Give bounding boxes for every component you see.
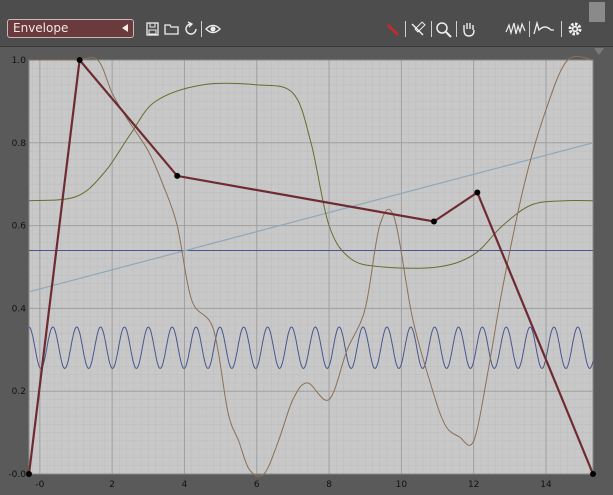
envelope-point	[474, 189, 481, 196]
x-tick-label: 10	[396, 480, 408, 490]
envelope-point	[76, 57, 83, 63]
toolbar-separator	[529, 21, 530, 37]
y-tick-label: 0.8	[12, 139, 27, 149]
x-tick-label: -0	[35, 480, 44, 490]
y-tick-label: 1.0	[12, 56, 27, 66]
hand-pan-icon[interactable]	[460, 20, 476, 38]
gear-icon[interactable]	[566, 20, 582, 38]
x-tick-label: 8	[326, 480, 332, 490]
pencil-icon[interactable]	[386, 20, 402, 38]
toolbar: Envelope	[0, 0, 613, 55]
envelope-point	[26, 471, 32, 477]
waveform-noise-icon[interactable]	[505, 20, 526, 38]
toolbar-separator	[431, 21, 432, 37]
envelope-plot[interactable]: -0 2 4 6 8 10 12 14 -0.0 0.2 0.4 0.6 0.8 1.0	[0, 46, 613, 495]
envelope-point	[174, 172, 181, 179]
x-tick-label: 14	[540, 480, 552, 490]
eye-icon[interactable]	[204, 20, 221, 38]
x-tick-label: 6	[254, 480, 260, 490]
toolbar-separator	[405, 21, 406, 37]
x-tick-label: 2	[109, 480, 115, 490]
envelope-point	[430, 218, 437, 225]
x-tick-label: 4	[182, 480, 188, 490]
toolbar-separator	[201, 21, 202, 37]
mode-select-label: Envelope	[13, 21, 69, 35]
y-tick-label: 0.6	[12, 222, 27, 232]
envelope-point	[590, 471, 596, 477]
x-tick-label: 12	[468, 480, 479, 490]
toolbar-separator	[456, 21, 457, 37]
save-icon[interactable]	[145, 20, 161, 38]
line-draw-icon[interactable]	[409, 20, 426, 38]
open-folder-icon[interactable]	[163, 20, 179, 38]
window-control[interactable]	[589, 2, 605, 22]
y-tick-label: 0.2	[12, 387, 26, 397]
y-tick-label: 0.4	[12, 304, 27, 314]
chevron-left-icon	[122, 24, 128, 32]
mode-select[interactable]: Envelope	[7, 19, 134, 38]
toolbar-separator	[561, 21, 562, 37]
zoom-icon[interactable]	[435, 20, 452, 38]
y-tick-label: -0.0	[8, 470, 26, 480]
undo-icon[interactable]	[184, 20, 200, 38]
waveform-step-icon[interactable]	[533, 20, 554, 38]
